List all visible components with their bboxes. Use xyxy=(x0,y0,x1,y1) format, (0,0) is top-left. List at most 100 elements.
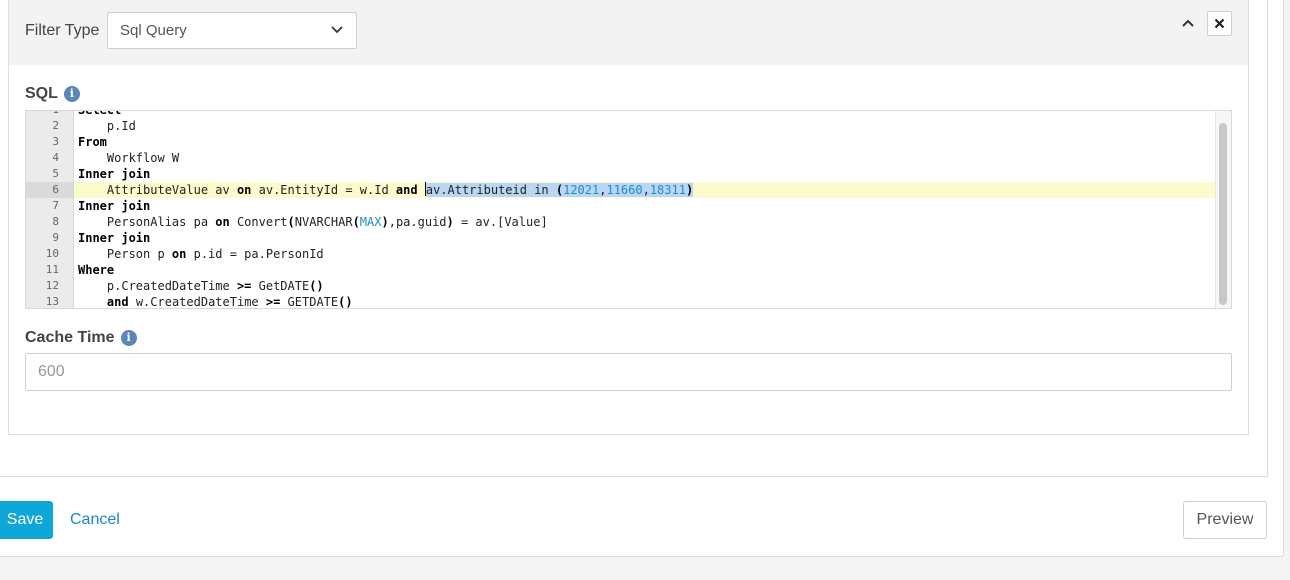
code-token: >= xyxy=(265,295,281,308)
code-line-text: Where xyxy=(74,263,114,277)
filter-type-select[interactable]: Sql Query xyxy=(107,12,357,49)
code-line-text: Inner join xyxy=(74,231,150,245)
code-token: ) xyxy=(381,215,389,229)
cache-time-input[interactable] xyxy=(25,353,1232,391)
code-line[interactable]: p.Id xyxy=(74,118,1215,134)
code-token: 11660 xyxy=(606,183,643,197)
chevron-up-icon xyxy=(1182,19,1194,27)
code-line-text: and w.CreatedDateTime >= GETDATE() xyxy=(74,295,353,308)
chevron-down-icon xyxy=(331,26,343,34)
code-token: and xyxy=(395,183,418,197)
code-line-text: Select xyxy=(74,111,121,117)
code-token: GetDATE xyxy=(251,279,310,293)
info-icon[interactable]: i xyxy=(120,329,137,346)
info-icon[interactable]: i xyxy=(63,85,80,102)
code-line-text: Inner join xyxy=(74,167,150,181)
code-token: , xyxy=(642,183,650,197)
code-token: ( xyxy=(287,215,295,229)
code-line[interactable]: Inner join xyxy=(74,198,1215,214)
code-token: av.EntityId = w.Id xyxy=(251,183,396,197)
code-token: = av.[Value] xyxy=(453,215,548,229)
line-number: 10 xyxy=(45,247,59,260)
code-token: on xyxy=(236,183,252,197)
code-line[interactable]: Where xyxy=(74,262,1215,278)
line-number: 5 xyxy=(52,167,59,180)
save-button[interactable]: Save xyxy=(0,501,53,539)
code-token: Convert xyxy=(229,215,288,229)
code-line-text: PersonAlias pa on Convert(NVARCHAR(MAX),… xyxy=(74,215,548,229)
code-token: Inner join xyxy=(78,167,151,181)
code-area[interactable]: Select p.Id From Workflow W Inner join Att… xyxy=(74,111,1215,308)
cache-time-label-text: Cache Time xyxy=(25,329,115,346)
line-number: 13 xyxy=(45,295,59,308)
line-number: 8 xyxy=(52,215,59,228)
code-token: p.Id xyxy=(78,119,136,133)
sql-code-editor[interactable]: 12345678910111213 Select p.IdFrom Workfl… xyxy=(25,110,1232,309)
code-token: 18311 xyxy=(649,183,686,197)
code-token: 12021 xyxy=(563,183,600,197)
line-number: 11 xyxy=(45,263,59,276)
scrollbar-thumb[interactable] xyxy=(1219,123,1227,305)
code-token: Inner join xyxy=(78,199,151,213)
code-token: av.Attributeid in xyxy=(425,183,556,197)
code-line-text: From xyxy=(74,135,107,149)
code-line[interactable]: AttributeValue av on av.EntityId = w.Id … xyxy=(74,182,1215,198)
code-token: on xyxy=(171,247,187,261)
close-icon xyxy=(1214,18,1225,29)
code-line-text: Inner join xyxy=(74,199,150,213)
line-number: 4 xyxy=(52,151,59,164)
code-line[interactable]: and w.CreatedDateTime >= GETDATE() xyxy=(74,294,1215,308)
code-line[interactable]: Person p on p.id = pa.PersonId xyxy=(74,246,1215,262)
code-line-text: Person p on p.id = pa.PersonId xyxy=(74,247,324,261)
line-number: 7 xyxy=(52,199,59,212)
filter-panel-header: Filter Type Sql Query xyxy=(9,0,1248,65)
filter-panel: Filter Type Sql Query SQLi 1234567891011… xyxy=(8,0,1249,435)
code-token: AttributeValue av xyxy=(78,183,237,197)
code-token: ,pa.guid xyxy=(388,215,447,229)
code-token: w.CreatedDateTime xyxy=(128,295,266,308)
code-line[interactable]: Select xyxy=(74,111,1215,118)
code-token: p.id = pa.PersonId xyxy=(186,247,324,261)
line-number: 6 xyxy=(26,182,73,198)
line-number: 3 xyxy=(52,135,59,148)
collapse-button[interactable] xyxy=(1178,13,1198,33)
code-line[interactable]: From xyxy=(74,134,1215,150)
code-token: ( xyxy=(352,215,360,229)
code-line[interactable]: Workflow W xyxy=(74,150,1215,166)
code-token: () xyxy=(338,295,353,308)
code-token: From xyxy=(78,135,107,149)
page-card: Filter Type Sql Query SQLi 1234567891011… xyxy=(0,0,1284,557)
close-button[interactable] xyxy=(1207,11,1232,36)
code-line[interactable]: PersonAlias pa on Convert(NVARCHAR(MAX),… xyxy=(74,214,1215,230)
code-token: Workflow W xyxy=(78,151,180,165)
preview-button[interactable]: Preview xyxy=(1183,501,1267,539)
code-token: Person p xyxy=(78,247,172,261)
code-line[interactable]: Inner join xyxy=(74,166,1215,182)
line-number: 9 xyxy=(52,231,59,244)
code-token: MAX xyxy=(359,215,382,229)
code-token: NVARCHAR xyxy=(294,215,353,229)
code-token: ) xyxy=(446,215,454,229)
code-token: () xyxy=(309,279,324,293)
sql-label: SQL i xyxy=(25,85,80,103)
code-token: Select xyxy=(78,111,121,117)
filter-type-selected-value: Sql Query xyxy=(120,22,187,39)
filter-container: Filter Type Sql Query SQLi 1234567891011… xyxy=(0,0,1268,477)
code-line-text: Workflow W xyxy=(74,151,179,165)
line-number-gutter: 12345678910111213 xyxy=(26,111,74,308)
line-number: 1 xyxy=(26,111,73,118)
filter-type-label: Filter Type xyxy=(25,22,100,39)
code-token: Where xyxy=(78,263,115,277)
line-number: 2 xyxy=(52,119,59,132)
sql-label-text: SQL xyxy=(25,85,58,102)
code-line[interactable]: Inner join xyxy=(74,230,1215,246)
code-token: PersonAlias pa xyxy=(78,215,216,229)
editor-scrollbar[interactable] xyxy=(1215,111,1231,308)
cancel-button[interactable]: Cancel xyxy=(70,511,120,529)
code-token: ) xyxy=(685,183,694,197)
code-line[interactable]: p.CreatedDateTime >= GetDATE() xyxy=(74,278,1215,294)
cache-time-label: Cache Time i xyxy=(25,329,137,347)
line-number: 12 xyxy=(45,279,59,292)
